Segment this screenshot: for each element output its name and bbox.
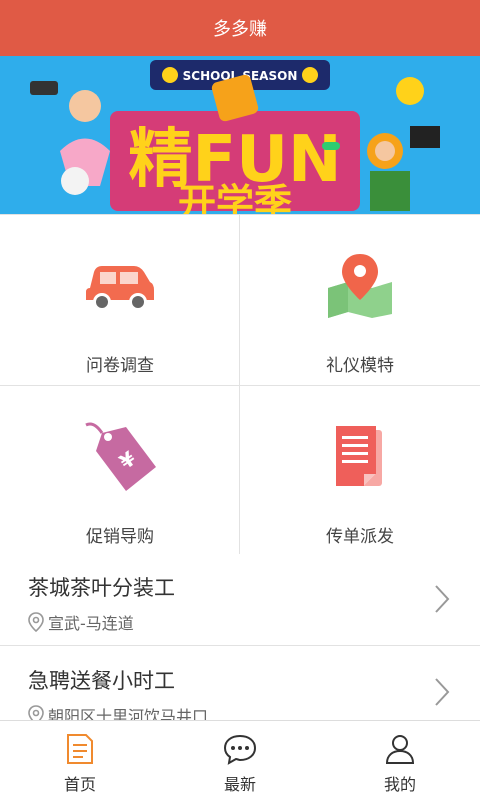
category-label: 促销导购 bbox=[86, 527, 154, 547]
location-pin-icon bbox=[28, 612, 44, 632]
car-icon bbox=[80, 251, 160, 321]
category-grid: 问卷调查 礼仪模特 ¥ 促销导购 传单派发 bbox=[0, 214, 480, 556]
category-label: 礼仪模特 bbox=[326, 356, 394, 376]
tab-latest[interactable]: 最新 bbox=[160, 721, 320, 800]
tab-home[interactable]: 首页 bbox=[0, 721, 160, 800]
home-doc-icon bbox=[67, 734, 93, 764]
user-icon bbox=[385, 735, 415, 764]
document-icon bbox=[320, 422, 400, 492]
header-bar: 多多赚 bbox=[0, 0, 480, 56]
category-promotion-guide[interactable]: ¥ 促销导购 bbox=[0, 386, 240, 556]
page-title: 多多赚 bbox=[213, 19, 267, 40]
job-title: 茶城茶叶分装工 bbox=[28, 576, 175, 600]
tab-label: 首页 bbox=[63, 775, 96, 794]
banner-sub-text: 开学季 bbox=[178, 181, 292, 214]
job-list: 茶城茶叶分装工 宣武-马连道 急聘送餐小时工 朝阳区十里河饮马井口 bbox=[0, 554, 480, 720]
tab-label: 我的 bbox=[383, 775, 416, 794]
category-label: 问卷调查 bbox=[86, 356, 154, 376]
category-etiquette-model[interactable]: 礼仪模特 bbox=[240, 215, 480, 385]
job-location-text: 朝阳区十里河饮马井口 bbox=[48, 707, 209, 720]
list-item[interactable]: 急聘送餐小时工 朝阳区十里河饮马井口 bbox=[0, 647, 480, 720]
category-survey[interactable]: 问卷调查 bbox=[0, 215, 240, 385]
banner-artwork: SCHOOL SEASON 精FUN 开学季 bbox=[0, 56, 480, 214]
job-location: 宣武-马连道 bbox=[28, 610, 134, 634]
chat-bubble-icon bbox=[223, 734, 257, 765]
job-location-text: 宣武-马连道 bbox=[48, 614, 134, 633]
list-item[interactable]: 茶城茶叶分装工 宣武-马连道 bbox=[0, 554, 480, 646]
bottom-tab-bar: 首页 最新 我的 bbox=[0, 720, 480, 800]
category-label: 传单派发 bbox=[326, 527, 394, 547]
map-pin-icon bbox=[320, 251, 400, 321]
chevron-right-icon bbox=[435, 585, 450, 613]
location-pin-icon bbox=[28, 705, 44, 720]
chevron-right-icon bbox=[435, 678, 450, 706]
promo-banner[interactable]: SCHOOL SEASON 精FUN 开学季 bbox=[0, 56, 480, 214]
tab-label: 最新 bbox=[223, 775, 256, 794]
job-title: 急聘送餐小时工 bbox=[28, 669, 175, 693]
price-tag-icon: ¥ bbox=[80, 422, 160, 492]
job-location: 朝阳区十里河饮马井口 bbox=[28, 703, 208, 720]
tab-mine[interactable]: 我的 bbox=[320, 721, 480, 800]
category-flyer-distribution[interactable]: 传单派发 bbox=[240, 386, 480, 556]
